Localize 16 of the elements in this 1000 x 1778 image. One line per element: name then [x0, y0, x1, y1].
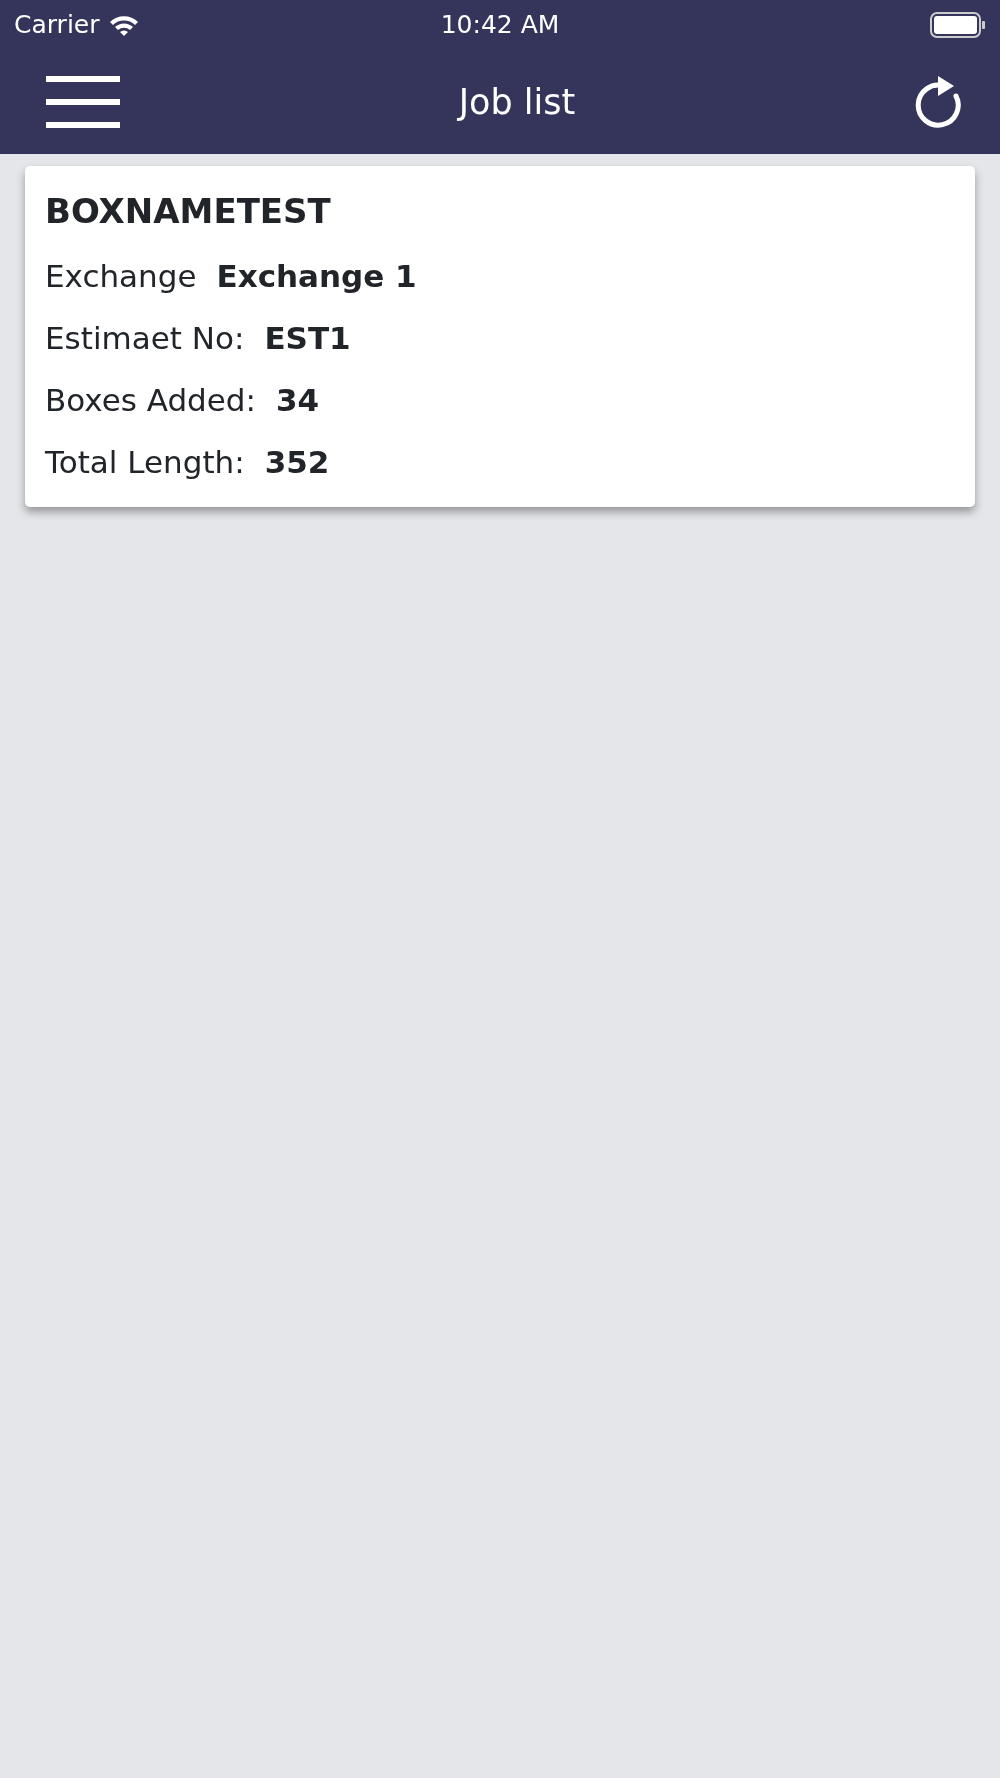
field-value: EST1: [264, 318, 351, 358]
field-label: Estimaet No:: [45, 318, 245, 358]
field-label: Boxes Added:: [45, 380, 256, 420]
carrier-name: Carrier: [14, 9, 100, 42]
field-value: 352: [264, 442, 330, 482]
field-value: 34: [275, 380, 320, 420]
clock-time: 10:42 AM: [440, 9, 560, 42]
screen-title: Job list: [458, 80, 576, 124]
job-title: BOXNAMETEST: [45, 191, 331, 231]
job-card[interactable]: BOXNAMETEST Exchange Exchange 1 Estimaet No: EST1 Boxes Added: 34 Total Length: 352: [25, 166, 975, 507]
menu-button[interactable]: [46, 76, 120, 128]
field-label: Exchange: [45, 256, 197, 296]
field-label: Total Length:: [45, 442, 245, 482]
field-value: Exchange 1: [216, 256, 417, 296]
battery-icon: [930, 12, 986, 38]
refresh-button[interactable]: [914, 74, 962, 130]
